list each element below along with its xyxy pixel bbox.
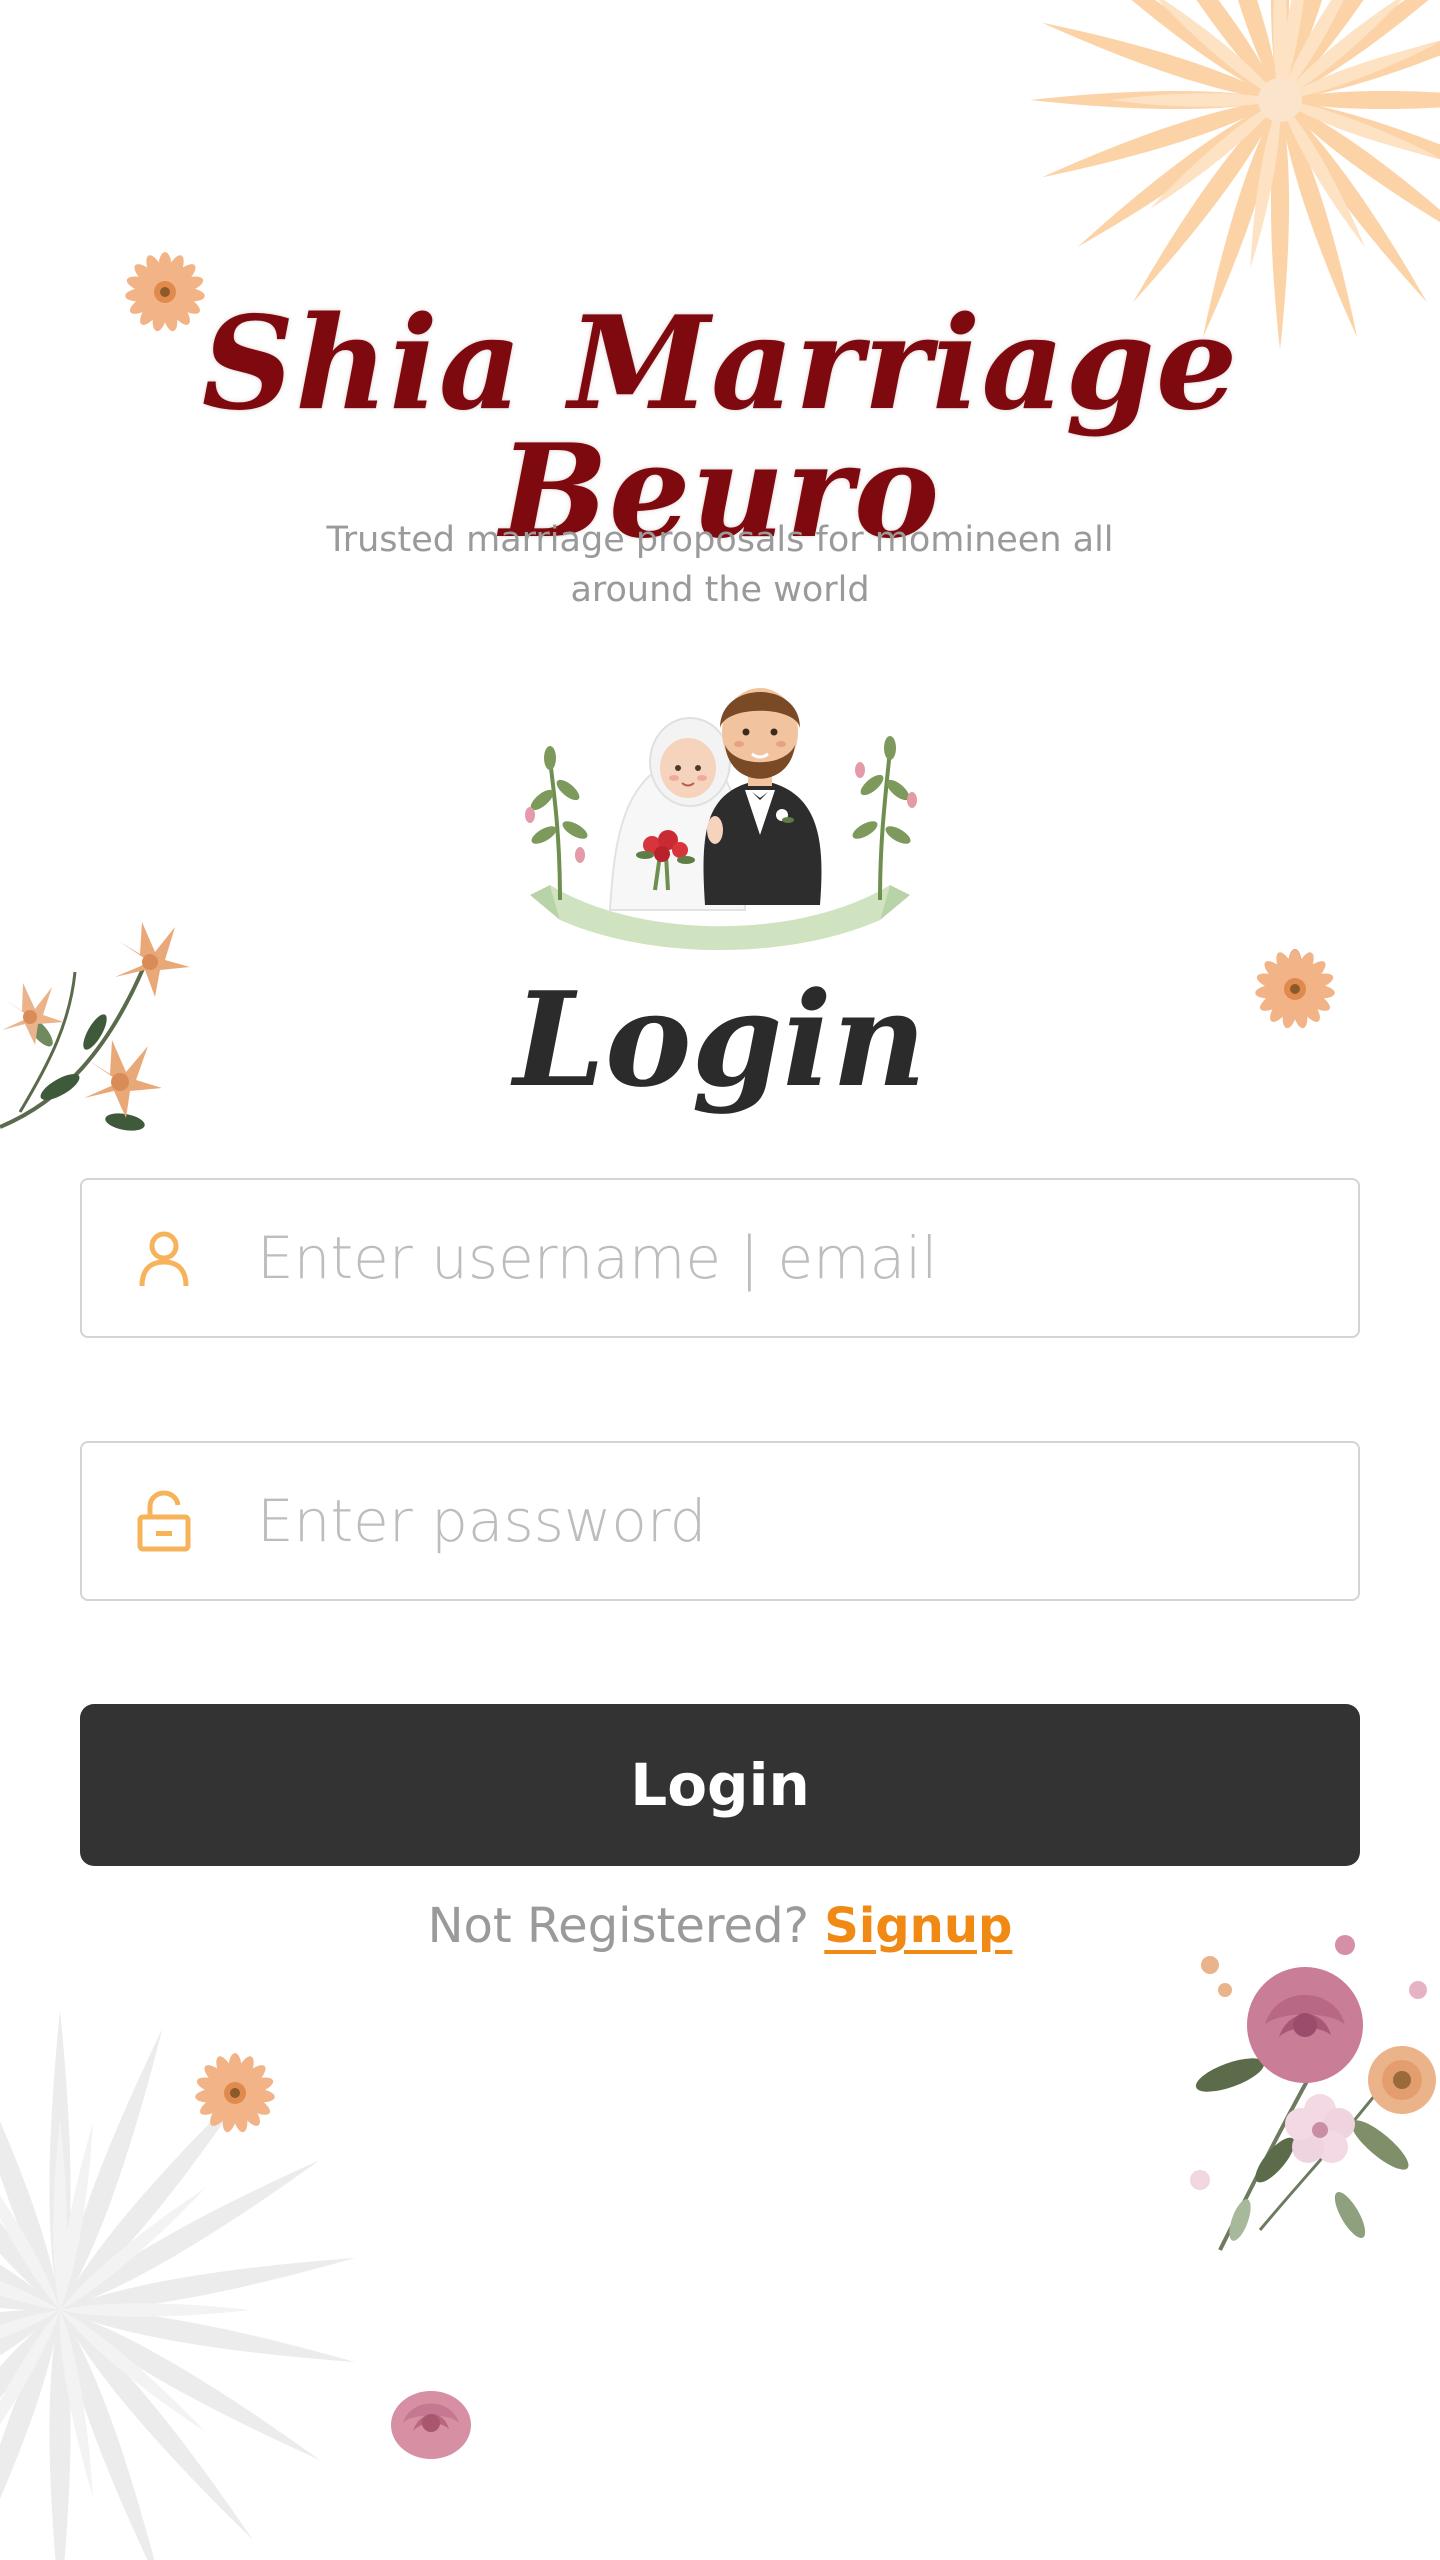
- login-heading: Login: [513, 963, 927, 1116]
- username-field[interactable]: [80, 1178, 1360, 1338]
- register-prompt-row: Not Registered? Signup: [0, 1898, 1440, 1954]
- signup-link[interactable]: Signup: [824, 1898, 1012, 1954]
- rose-bouquet-decoration: [1190, 1935, 1436, 2251]
- login-button[interactable]: Login: [80, 1704, 1360, 1866]
- password-field[interactable]: [80, 1441, 1360, 1601]
- app-tagline: Trusted marriage proposals for momineen …: [326, 520, 1114, 610]
- pink-rose-decoration: [391, 2391, 471, 2459]
- unlock-icon: [137, 1490, 191, 1552]
- user-icon: [139, 1231, 189, 1287]
- small-flower-decoration: [194, 2053, 276, 2134]
- couple-illustration: [525, 688, 917, 950]
- register-prompt-text: Not Registered?: [427, 1898, 825, 1954]
- username-input[interactable]: [257, 1210, 1317, 1306]
- password-input[interactable]: [257, 1473, 1317, 1569]
